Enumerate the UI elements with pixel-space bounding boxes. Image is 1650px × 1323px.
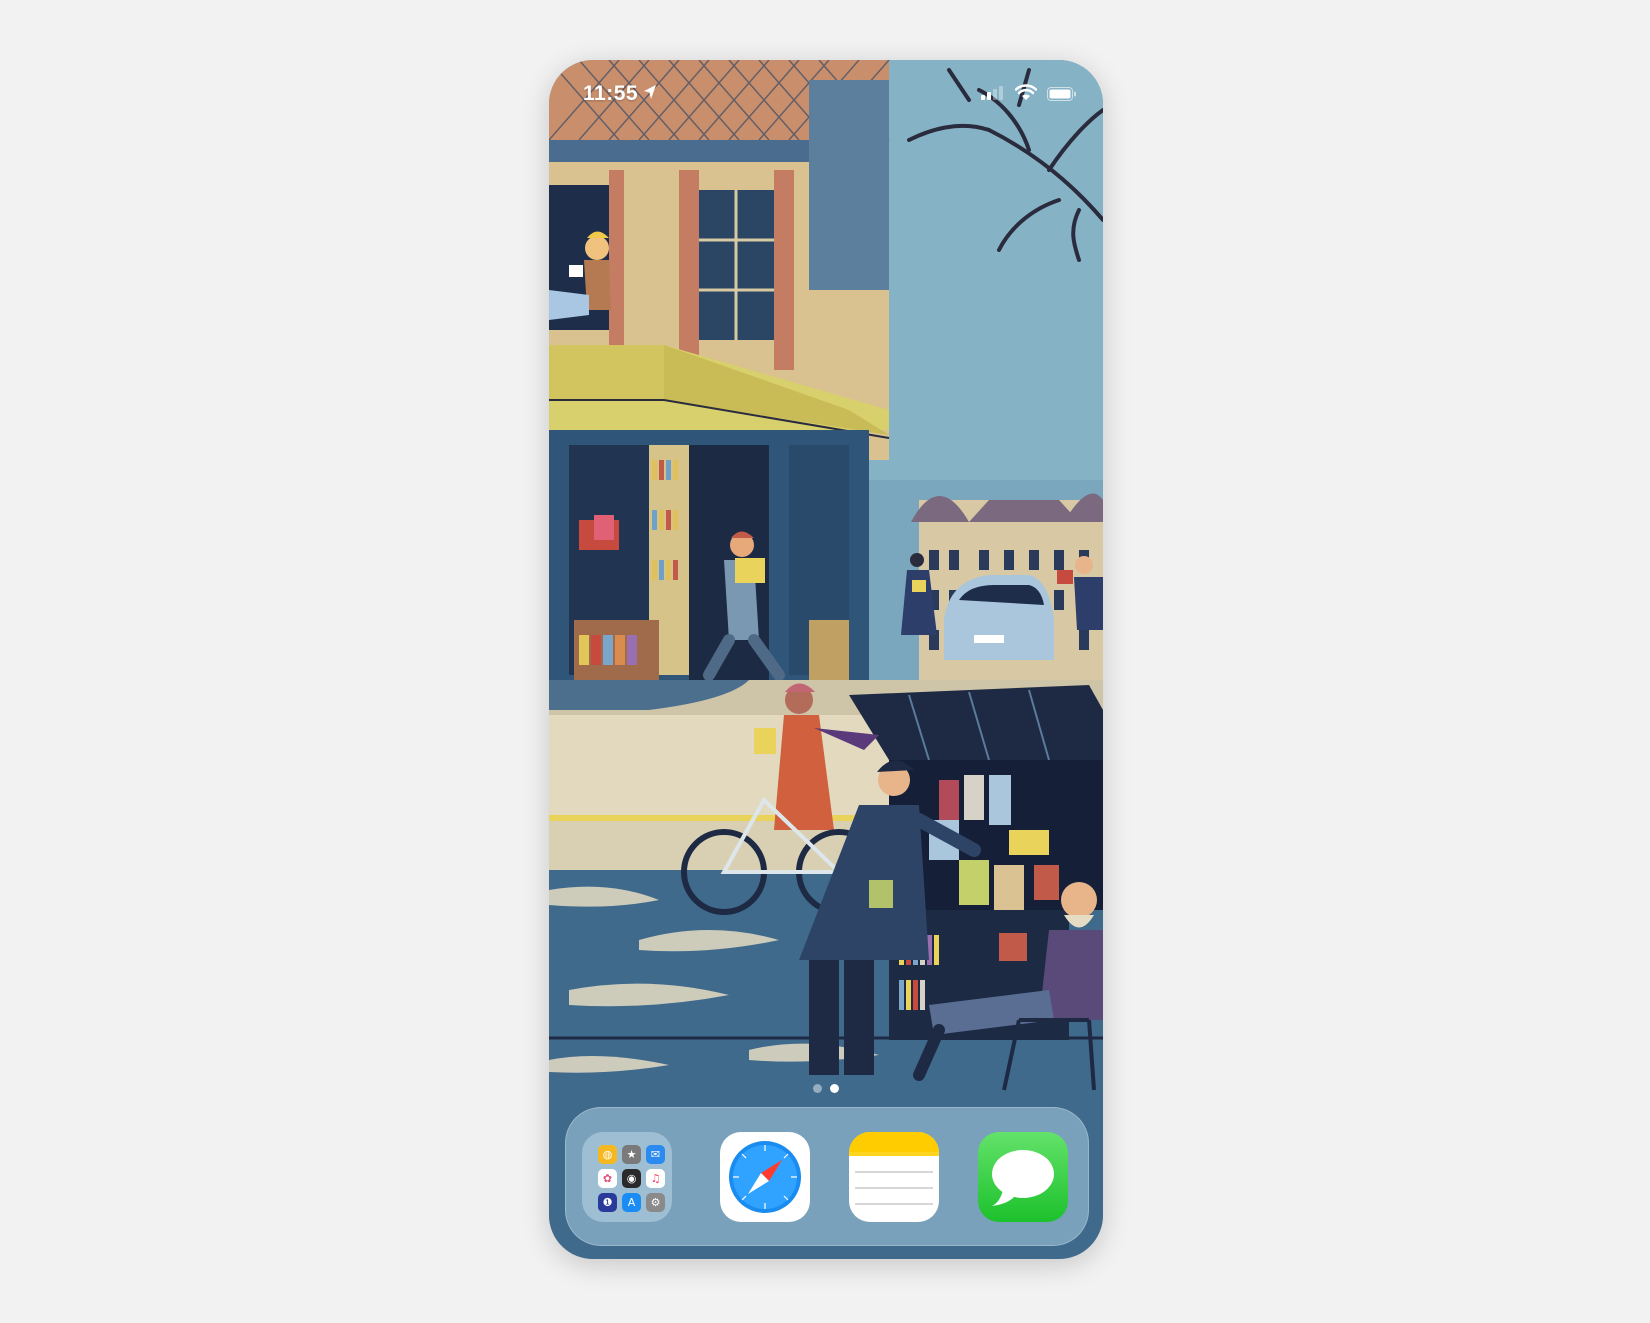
safari-icon[interactable] [720,1132,810,1222]
password-mini-icon: ❶ [598,1193,617,1212]
page-dot-current[interactable] [830,1083,839,1093]
notes-icon[interactable] [849,1132,939,1222]
camera-mini-icon: ◉ [622,1169,641,1188]
app-folder-icon[interactable]: ◍ ★ ✉ ✿ ◉ ♫ ❶ A ⚙ [582,1132,672,1222]
cellular-signal-icon [981,86,1003,105]
messages-icon[interactable] [978,1132,1068,1222]
dock: ◍ ★ ✉ ✿ ◉ ♫ ❶ A ⚙ [565,1107,1089,1246]
mail-mini-icon: ✉ [646,1145,665,1164]
status-bar: 11:55 [549,60,1103,130]
wifi-icon [1014,84,1038,106]
screensearch-mini-icon: ◍ [598,1145,617,1164]
phone-screen: 11:55 ◍ ★ ✉ ✿ ◉ ♫ ❶ A ⚙ [549,60,1103,1259]
settings-mini-icon: ⚙ [646,1193,665,1212]
photos-mini-icon: ✿ [598,1169,617,1188]
page-indicator[interactable] [549,1080,1103,1096]
page-dot[interactable] [813,1083,822,1093]
music-mini-icon: ♫ [646,1169,665,1188]
status-time: 11:55 [583,82,639,105]
battery-icon [1047,87,1077,106]
app-store-mini-icon: A [622,1193,641,1212]
location-arrow-icon [644,85,656,104]
star-mini-icon: ★ [622,1145,641,1164]
